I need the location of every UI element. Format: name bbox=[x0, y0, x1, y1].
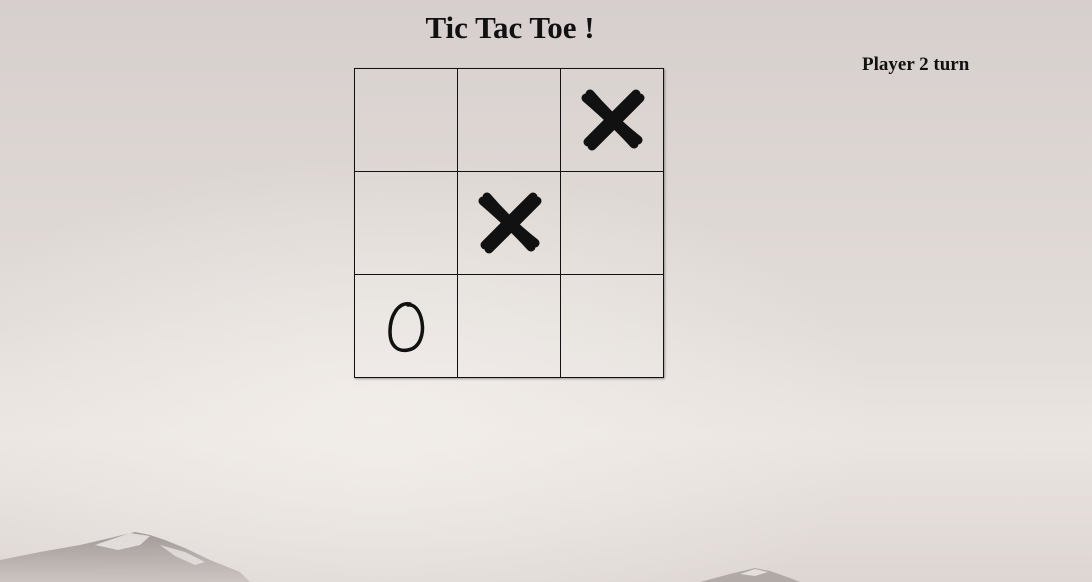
board-cell-3[interactable] bbox=[559, 67, 664, 172]
board-cell-4[interactable] bbox=[353, 170, 458, 275]
board-cell-7[interactable] bbox=[353, 273, 458, 378]
board-cell-9[interactable] bbox=[559, 273, 664, 378]
board-cell-1[interactable] bbox=[353, 67, 458, 172]
page-title: Tic Tac Toe ! bbox=[425, 10, 595, 45]
game-board bbox=[353, 67, 664, 378]
board-cell-5[interactable] bbox=[456, 170, 561, 275]
x-mark-icon bbox=[478, 192, 541, 253]
x-mark-icon bbox=[581, 89, 644, 150]
board-cell-8[interactable] bbox=[456, 273, 561, 378]
board-cell-6[interactable] bbox=[559, 170, 664, 275]
turn-status: Player 2 turn bbox=[862, 54, 970, 75]
board-cell-2[interactable] bbox=[456, 67, 561, 172]
o-mark-icon bbox=[387, 301, 424, 352]
